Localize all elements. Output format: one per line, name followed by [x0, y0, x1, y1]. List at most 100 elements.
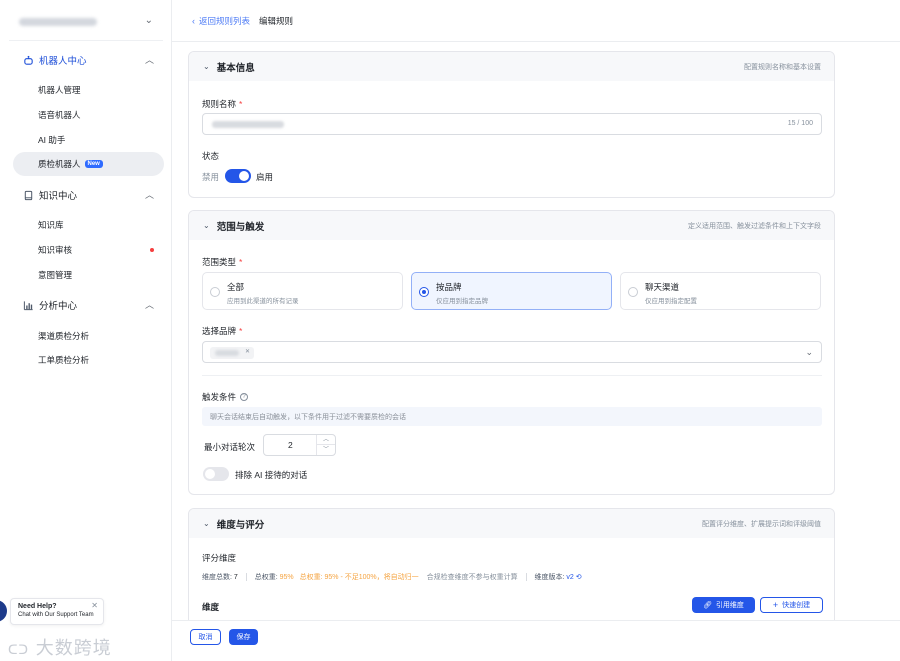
brand-tag[interactable]: ✕ — [210, 347, 254, 359]
divider — [9, 40, 163, 41]
close-icon[interactable]: ✕ — [245, 348, 250, 355]
increment-icon[interactable]: ︿ — [317, 435, 335, 445]
rule-name-label: 规则名称 * — [202, 98, 242, 110]
sidebar-item-knowledge-review[interactable]: 知识审核 — [13, 238, 164, 262]
sidebar-item-label: 渠道质检分析 — [38, 331, 90, 341]
radio-button[interactable] — [210, 287, 220, 297]
sidebar-item-label: 意图管理 — [38, 270, 73, 280]
chevron-down-icon: ⌄ — [144, 15, 153, 26]
help-icon[interactable]: ? — [240, 393, 249, 401]
support-avatar[interactable] — [0, 600, 7, 622]
scope-option-all[interactable]: 全部 应用到此渠道的所有记录 — [202, 272, 403, 310]
sidebar-item-label: 质检机器人 — [38, 159, 81, 169]
chevron-left-icon: ‹ — [192, 15, 195, 26]
sidebar-item-robot-management[interactable]: 机器人管理 — [13, 78, 164, 102]
dimension-list-label: 维度 — [202, 602, 220, 612]
redacted-value — [215, 350, 239, 356]
exclude-ai-toggle[interactable] — [203, 467, 229, 481]
option-title: 按品牌 — [436, 282, 462, 292]
radio-button[interactable] — [419, 287, 429, 297]
radio-button[interactable] — [628, 287, 638, 297]
sidebar-item-label: 工单质检分析 — [38, 355, 90, 365]
min-rounds-label: 最小对话轮次 — [204, 442, 256, 452]
main-area: ‹ 返回规则列表 编辑规则 ⌄ 基本信息 配置规则名称和基本设置 规则名称 * 1… — [172, 0, 900, 661]
notification-dot — [150, 248, 154, 252]
save-button[interactable]: 保存 — [229, 629, 258, 645]
sidebar-item-ticket-qa-analysis[interactable]: 工单质检分析 — [13, 348, 164, 372]
total-weight-value: 95% — [279, 574, 294, 581]
workspace-selector[interactable]: ⌄ — [9, 10, 163, 34]
watermark-text: 大数跨境 — [35, 638, 112, 659]
rule-name-label-text: 规则名称 — [202, 99, 237, 109]
watermark: ᑕᑐ 大数跨境 — [8, 634, 112, 660]
scope-trigger-header[interactable]: ⌄ 范围与触发 定义适用范围、触发过滤条件和上下文字段 — [189, 211, 834, 240]
sidebar-item-label: 机器人管理 — [38, 85, 81, 95]
help-subtitle: Chat with Our Support Team — [18, 612, 94, 618]
sidebar-item-intent-management[interactable]: 意图管理 — [13, 263, 164, 287]
dimension-version-value[interactable]: v2 — [566, 574, 573, 581]
rule-name-input[interactable]: 15 / 100 — [202, 113, 822, 135]
section-title: 范围与触发 — [216, 221, 265, 233]
section-title: 基本信息 — [216, 62, 255, 74]
dimensions-scoring-header[interactable]: ⌄ 维度与评分 配置评分维度、扩展提示词和评级阈值 — [189, 509, 834, 538]
min-rounds-stepper[interactable]: 2 ︿ ﹀ — [263, 434, 336, 456]
chevron-down-icon: ⌄ — [805, 347, 813, 357]
required-mark: * — [239, 257, 243, 267]
cancel-button[interactable]: 取消 — [190, 629, 221, 645]
sidebar-item-label: 知识审核 — [38, 245, 73, 255]
scoring-dimensions-subtitle: 评分维度 — [202, 553, 237, 563]
button-label: 取消 — [198, 634, 213, 641]
decrement-icon[interactable]: ﹀ — [317, 445, 335, 455]
stepper-value: 2 — [288, 440, 293, 450]
brand-select[interactable]: ✕ ⌄ — [202, 341, 822, 363]
scope-option-by-brand[interactable]: 按品牌 仅应用到指定品牌 — [411, 272, 612, 310]
divider — [245, 573, 247, 582]
scope-type-label: 范围类型 * — [202, 256, 242, 268]
chevron-up-icon: ︿ — [144, 190, 154, 200]
scope-option-chat-channel[interactable]: 聊天渠道 仅应用到指定配置 — [620, 272, 821, 310]
help-widget[interactable]: Need Help? Chat with Our Support Team ✕ — [10, 598, 104, 625]
nav-group-label: 分析中心 — [39, 301, 78, 312]
sidebar-item-knowledge-base[interactable]: 知识库 — [13, 213, 164, 237]
book-icon — [22, 189, 34, 201]
robot-icon — [22, 54, 34, 66]
quick-create-button[interactable]: + 快速创建 — [760, 597, 823, 613]
back-link[interactable]: ‹ 返回规则列表 — [192, 15, 250, 27]
history-icon[interactable]: ⟲ — [576, 574, 582, 581]
option-description: 应用到此渠道的所有记录 — [227, 298, 299, 305]
brand-select-label-text: 选择品牌 — [202, 326, 237, 336]
sidebar-item-label: 语音机器人 — [38, 110, 81, 120]
breadcrumb: ‹ 返回规则列表 编辑规则 — [172, 0, 900, 42]
basic-info-header[interactable]: ⌄ 基本信息 配置规则名称和基本设置 — [189, 52, 834, 81]
total-weight-label: 总权重: — [254, 574, 278, 581]
status-toggle[interactable] — [225, 169, 251, 183]
chevron-down-icon: ⌄ — [203, 62, 210, 71]
required-mark: * — [239, 326, 243, 336]
status-off-label: 禁用 — [202, 172, 220, 182]
trigger-condition-label-text: 触发条件 — [202, 392, 237, 402]
sidebar-item-label: 知识库 — [38, 220, 64, 230]
nav-group-analysis-center[interactable]: 分析中心 ︿ — [22, 297, 156, 313]
sidebar-item-channel-qa-analysis[interactable]: 渠道质检分析 — [13, 324, 164, 348]
section-description: 配置评分维度、扩展提示词和评级阈值 — [702, 520, 821, 528]
button-label: 保存 — [236, 634, 251, 641]
close-icon[interactable]: ✕ — [91, 601, 98, 610]
reference-dimension-button[interactable]: 🔗︎ 引用维度 — [692, 597, 755, 613]
sidebar-item-voice-robot[interactable]: 语音机器人 — [13, 103, 164, 127]
sidebar-item-qa-robot[interactable]: 质检机器人 New — [13, 152, 164, 176]
scope-trigger-card: ⌄ 范围与触发 定义适用范围、触发过滤条件和上下文字段 范围类型 * 全部 应用到… — [188, 210, 835, 495]
chevron-down-icon: ⌄ — [203, 519, 210, 528]
scope-type-label-text: 范围类型 — [202, 257, 237, 267]
nav-group-label: 机器人中心 — [39, 56, 87, 67]
nav-group-knowledge-center[interactable]: 知识中心 ︿ — [22, 187, 156, 203]
dimension-stats: 维度总数: 7 总权重: 95% 总权重: 95% - 不足100%，将自动归一… — [202, 572, 582, 582]
section-description: 定义适用范围、触发过滤条件和上下文字段 — [688, 222, 821, 230]
sidebar-item-ai-assistant[interactable]: AI 助手 — [13, 128, 164, 152]
nav-group-robot-center[interactable]: 机器人中心 ︿ — [22, 52, 156, 68]
char-counter: 15 / 100 — [787, 120, 813, 127]
toggle-knob — [205, 469, 215, 479]
sidebar: ⌄ 机器人中心 ︿ 机器人管理 语音机器人 AI 助手 质检机器人 New 知识… — [0, 0, 172, 661]
form-scroll-area[interactable]: ⌄ 基本信息 配置规则名称和基本设置 规则名称 * 15 / 100 状态 禁用 … — [172, 42, 900, 620]
page-title: 编辑规则 — [259, 15, 294, 26]
dimension-version-label: 维度版本: — [534, 574, 565, 581]
